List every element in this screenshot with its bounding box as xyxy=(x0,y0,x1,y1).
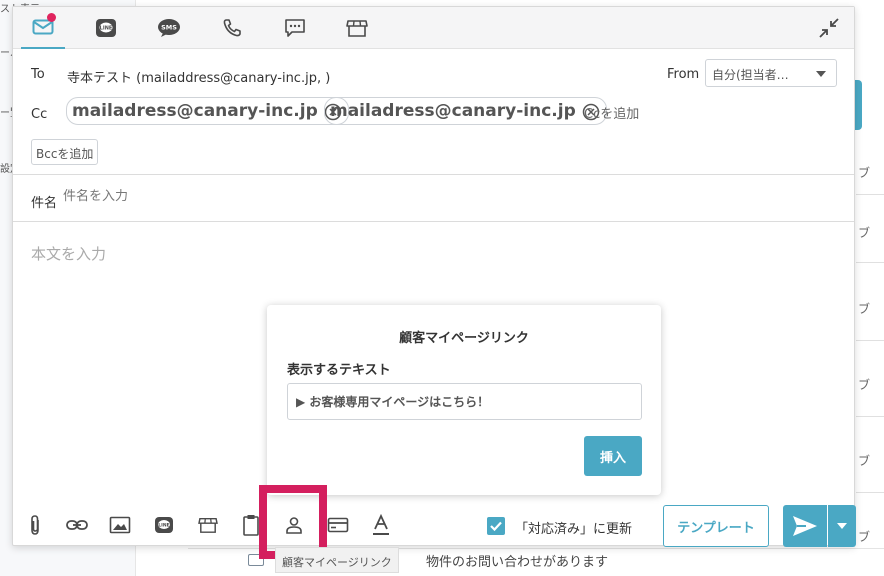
bg-row-text: ブ xyxy=(858,530,871,544)
font-color-icon xyxy=(373,514,389,535)
subject-input[interactable] xyxy=(63,189,763,204)
from-value: 自分(担当者… xyxy=(712,68,789,82)
cc-label: Cc xyxy=(31,107,48,122)
message-composer: LINE SMS To 寺本テスト (mailaddress@canary-in… xyxy=(12,6,856,573)
divider xyxy=(13,221,854,222)
resolved-checkbox[interactable] xyxy=(487,517,505,535)
bg-row-text: ブ xyxy=(858,226,871,240)
store-icon xyxy=(198,517,218,533)
chevron-down-icon xyxy=(816,71,826,77)
insert-button[interactable]: 挿入 xyxy=(584,436,642,476)
collapse-icon[interactable] xyxy=(818,17,840,39)
send-options-button[interactable] xyxy=(828,505,856,547)
svg-text:SMS: SMS xyxy=(161,24,177,32)
sms-icon: SMS xyxy=(158,19,180,37)
card-icon xyxy=(327,517,349,533)
phone-icon xyxy=(223,19,241,37)
image-icon xyxy=(109,516,131,534)
store-button[interactable] xyxy=(194,511,222,539)
from-label: From xyxy=(667,67,700,82)
send-icon xyxy=(793,516,817,536)
clipboard-icon xyxy=(243,515,259,536)
image-button[interactable] xyxy=(106,511,134,539)
svg-text:LINE: LINE xyxy=(158,523,169,529)
template-button[interactable]: テンプレート xyxy=(663,505,769,547)
channel-tabs: LINE SMS xyxy=(13,7,854,49)
body-textarea[interactable] xyxy=(31,243,831,303)
line-icon: LINE xyxy=(96,19,116,37)
display-text-label: 表示するテキスト xyxy=(287,363,391,378)
chevron-down-icon xyxy=(837,523,847,529)
tab-email[interactable] xyxy=(21,7,65,49)
background-button xyxy=(854,80,862,130)
tab-chat[interactable] xyxy=(273,7,317,49)
mypage-link-popup: 顧客マイページリンク 表示するテキスト 挿入 xyxy=(267,305,661,495)
tooltip: 顧客マイページリンク xyxy=(275,547,399,573)
cc-chip-text: mailadress@canary-inc.jp xyxy=(72,101,318,121)
cc-chip[interactable]: mailadress@canary-inc.jp xyxy=(324,97,607,125)
tab-line[interactable]: LINE xyxy=(84,7,128,49)
text-format-button[interactable] xyxy=(367,511,395,539)
bg-row-text: ブ xyxy=(858,302,871,316)
popup-title: 顧客マイページリンク xyxy=(399,331,529,346)
to-value[interactable]: 寺本テスト (mailaddress@canary-inc.jp, ) xyxy=(67,67,330,86)
line-stamp-button[interactable]: LINE xyxy=(150,511,178,539)
store-icon xyxy=(346,20,368,37)
chat-icon xyxy=(285,19,305,37)
divider xyxy=(13,174,854,175)
add-bcc-button[interactable]: Bccを追加 xyxy=(31,139,99,165)
tab-store[interactable] xyxy=(335,7,379,49)
link-button[interactable] xyxy=(63,511,91,539)
bg-row-text: ブ xyxy=(858,454,871,468)
notification-dot xyxy=(47,13,56,22)
tab-phone[interactable] xyxy=(210,7,254,49)
add-cc-link[interactable]: Ccを追加 xyxy=(584,103,639,122)
line-icon: LINE xyxy=(155,517,173,533)
to-label: To xyxy=(31,67,45,82)
message-subject-link[interactable]: 物件のお問い合わせがあります xyxy=(426,551,608,570)
link-icon xyxy=(66,520,88,530)
checkmark-icon xyxy=(490,521,502,532)
attach-button[interactable] xyxy=(21,511,49,539)
display-text-input[interactable] xyxy=(287,383,642,420)
resolved-label: 「対応済み」に更新 xyxy=(515,522,633,537)
send-button[interactable] xyxy=(783,505,827,547)
subject-label: 件名 xyxy=(31,196,58,211)
card-button[interactable] xyxy=(324,511,352,539)
tab-sms[interactable]: SMS xyxy=(147,7,191,49)
svg-text:LINE: LINE xyxy=(100,26,113,32)
cc-chip[interactable]: mailadress@canary-inc.jp xyxy=(66,97,349,125)
bg-row-text: ブ xyxy=(858,166,871,180)
from-select[interactable]: 自分(担当者… xyxy=(705,59,837,87)
paperclip-icon xyxy=(31,515,39,535)
bg-row-text: ブ xyxy=(858,378,871,392)
cc-chip-text: mailadress@canary-inc.jp xyxy=(330,101,576,121)
